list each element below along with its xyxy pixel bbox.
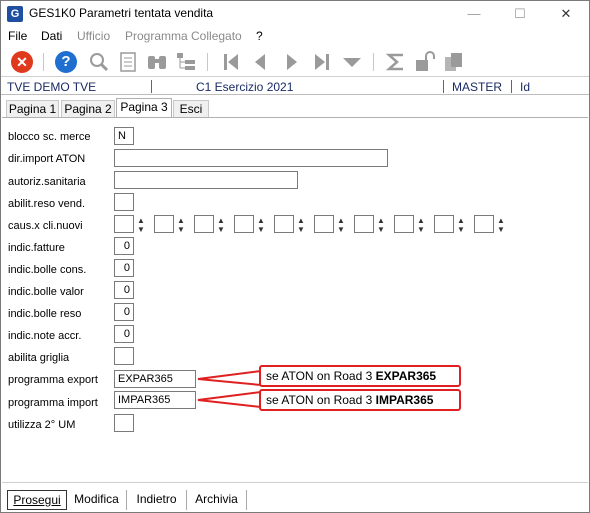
abilit-reso-vend-field[interactable] [114, 193, 134, 211]
indic-fatture-field[interactable]: 0 [114, 237, 134, 255]
label-indic-note-accr: indic.note accr. [8, 330, 82, 342]
caus-cli-nuovi-field[interactable] [394, 215, 414, 233]
tab-pagina-1[interactable]: Pagina 1 [6, 100, 59, 118]
label-programma-import: programma import [8, 397, 98, 409]
binoculars-icon[interactable] [145, 50, 169, 74]
spinner-icon[interactable]: ▲ ▼ [456, 216, 466, 234]
label-indic-bolle-valor: indic.bolle valor [8, 286, 84, 298]
label-blocco-sc-merce: blocco sc. merce [8, 131, 91, 143]
spinner-icon[interactable]: ▲ ▼ [336, 216, 346, 234]
status-user: MASTER [452, 80, 503, 94]
window-title: GES1K0 Parametri tentata vendita [29, 6, 214, 20]
maximize-button[interactable]: ☐ [497, 1, 543, 27]
document-icon[interactable] [116, 50, 140, 74]
status-company: TVE DEMO TVE [7, 80, 97, 94]
caus-cli-nuovi-field[interactable] [194, 215, 214, 233]
menu-help[interactable]: ? [256, 29, 263, 43]
spinner-icon[interactable]: ▲ ▼ [136, 216, 146, 234]
close-icon[interactable]: ✕ [10, 50, 34, 74]
caus-cli-nuovi-field[interactable] [434, 215, 454, 233]
caus-cli-nuovi-field[interactable] [114, 215, 134, 233]
indic-note-accr-field[interactable]: 0 [114, 325, 134, 343]
label-abilita-griglia: abilita griglia [8, 352, 70, 364]
caus-cli-nuovi-field[interactable] [154, 215, 174, 233]
modifica-button[interactable]: Modifica [67, 490, 127, 510]
caus-cli-nuovi-field[interactable] [474, 215, 494, 233]
caus-cli-nuovi-field[interactable] [354, 215, 374, 233]
programma-import-field[interactable]: IMPAR365 [114, 391, 196, 409]
menu-dati[interactable]: Dati [41, 29, 62, 43]
search-icon[interactable] [87, 50, 111, 74]
spinner-icon[interactable]: ▲ ▼ [416, 216, 426, 234]
tab-pagina-3[interactable]: Pagina 3 [116, 98, 172, 118]
spinner-icon[interactable]: ▲ ▼ [176, 216, 186, 234]
dropdown-icon[interactable] [340, 50, 364, 74]
blocco-sc-merce-field[interactable]: N [114, 127, 134, 145]
callout-export: se ATON on Road 3 EXPAR365 [259, 365, 461, 387]
previous-icon[interactable] [248, 50, 272, 74]
caus-cli-nuovi-field[interactable] [274, 215, 294, 233]
title-bar: G GES1K0 Parametri tentata vendita — ☐ ✕ [1, 1, 589, 27]
abilita-griglia-field[interactable] [114, 347, 134, 365]
indic-bolle-reso-field[interactable]: 0 [114, 303, 134, 321]
menu-file[interactable]: File [8, 29, 27, 43]
label-indic-bolle-cons: indic.bolle cons. [8, 264, 87, 276]
label-indic-bolle-reso: indic.bolle reso [8, 308, 82, 320]
lock-icon[interactable] [413, 50, 437, 74]
tree-icon[interactable] [174, 50, 198, 74]
bottom-button-bar: Prosegui Modifica Indietro Archivia [1, 487, 589, 513]
menu-ufficio[interactable]: Ufficio [77, 29, 110, 43]
status-id: Id [520, 80, 531, 94]
menu-programma-collegato[interactable]: Programma Collegato [125, 29, 242, 43]
tab-strip: Pagina 1 Pagina 2 Pagina 3 Esci [1, 98, 589, 118]
spinner-icon[interactable]: ▲ ▼ [496, 216, 506, 234]
label-programma-export: programma export [8, 374, 98, 386]
help-icon[interactable]: ? [54, 50, 78, 74]
label-autoriz-sanitaria: autoriz.sanitaria [8, 176, 86, 188]
indic-bolle-cons-field[interactable]: 0 [114, 259, 134, 277]
minimize-button[interactable]: — [451, 1, 497, 27]
main-window: G GES1K0 Parametri tentata vendita — ☐ ✕… [0, 0, 590, 513]
indietro-button[interactable]: Indietro [127, 490, 187, 510]
first-icon[interactable] [219, 50, 243, 74]
toolbar: ✕ ? [1, 47, 589, 77]
sum-icon[interactable] [384, 50, 408, 74]
spinner-icon[interactable]: ▲ ▼ [256, 216, 266, 234]
label-indic-fatture: indic.fatture [8, 242, 65, 254]
copy-icon[interactable] [442, 50, 466, 74]
caus-cli-nuovi-field[interactable] [314, 215, 334, 233]
label-abilit-reso-vend: abilit.reso vend. [8, 198, 86, 210]
status-line: TVE DEMO TVE C1 Esercizio 2021 MASTER Id [1, 79, 589, 95]
utilizza-2-um-field[interactable] [114, 414, 134, 432]
prosegui-button[interactable]: Prosegui [7, 490, 67, 510]
indic-bolle-valor-field[interactable]: 0 [114, 281, 134, 299]
tab-esci[interactable]: Esci [173, 100, 209, 118]
dir-import-aton-field[interactable] [114, 149, 388, 167]
tab-pagina-2[interactable]: Pagina 2 [61, 100, 115, 118]
label-caus-cli-nuovi: caus.x cli.nuovi [8, 220, 83, 232]
last-icon[interactable] [310, 50, 334, 74]
app-logo-icon: G [7, 6, 23, 22]
menu-bar: File Dati Ufficio Programma Collegato ? [1, 27, 589, 47]
programma-export-field[interactable]: EXPAR365 [114, 370, 196, 388]
status-exercise: C1 Esercizio 2021 [196, 80, 294, 94]
callout-import: se ATON on Road 3 IMPAR365 [259, 389, 461, 411]
label-utilizza-2-um: utilizza 2° UM [8, 419, 76, 431]
caus-cli-nuovi-field[interactable] [234, 215, 254, 233]
next-icon[interactable] [280, 50, 304, 74]
autoriz-sanitaria-field[interactable] [114, 171, 298, 189]
spinner-icon[interactable]: ▲ ▼ [216, 216, 226, 234]
label-dir-import-aton: dir.import ATON [8, 153, 86, 165]
close-window-button[interactable]: ✕ [543, 1, 589, 27]
spinner-icon[interactable]: ▲ ▼ [376, 216, 386, 234]
archivia-button[interactable]: Archivia [187, 490, 247, 510]
spinner-icon[interactable]: ▲ ▼ [296, 216, 306, 234]
